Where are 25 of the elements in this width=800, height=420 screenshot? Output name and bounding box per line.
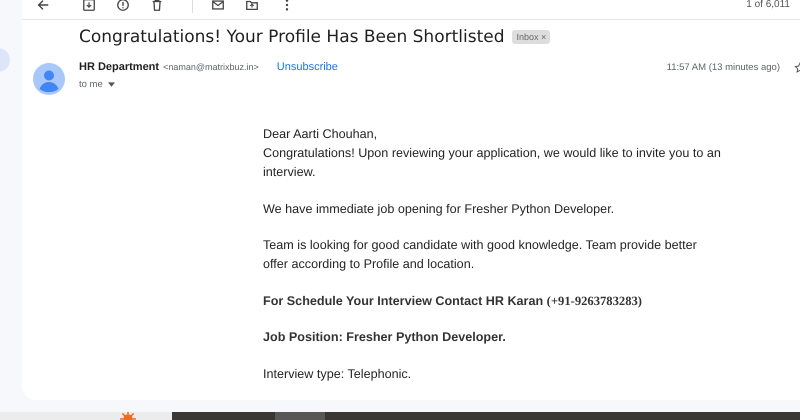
remove-label-button[interactable]: × bbox=[541, 32, 546, 42]
folder-icon[interactable] bbox=[245, 0, 259, 12]
contact-line: For Schedule Your Interview Contact HR Karan (+91-9263783283) bbox=[263, 292, 643, 310]
body-text: Job Position: Fresher Python Developer. bbox=[263, 329, 507, 346]
mail-icon[interactable] bbox=[211, 0, 225, 12]
email-subject: Congratulations! Your Profile Has Been Shortlisted bbox=[79, 27, 504, 47]
trash-icon[interactable] bbox=[150, 0, 164, 12]
body-text: Dear Aarti Chouhan, bbox=[263, 126, 378, 143]
spam-icon[interactable] bbox=[116, 0, 130, 12]
sender-name: HR Department bbox=[79, 61, 160, 73]
unsubscribe-link[interactable]: Unsubscribe bbox=[276, 61, 338, 73]
body-text: Team is looking for good candidate with good knowledge. Team provide better offer according to Profile and location. bbox=[263, 237, 698, 273]
inbox-label: Inbox × bbox=[512, 30, 550, 44]
message-counter: 1 of 6,011 bbox=[746, 0, 790, 10]
body-text: Congratulations! Upon reviewing your application, we would like to invite you to an interview. bbox=[263, 145, 722, 181]
body-text: We have immediate job opening for Fresher Python Developer. bbox=[263, 200, 616, 218]
sender-email: <naman@matrixbuz.in> bbox=[163, 62, 259, 72]
avatar-icon bbox=[33, 63, 65, 95]
body-text: Interview type: Telephonic. bbox=[263, 366, 412, 383]
archive-icon[interactable] bbox=[82, 0, 96, 12]
recipient-label: to me bbox=[79, 79, 103, 90]
back-arrow-icon[interactable] bbox=[36, 0, 50, 12]
dropdown-caret-icon[interactable] bbox=[108, 82, 115, 87]
message-time: 11:57 AM (13 minutes ago) bbox=[666, 62, 780, 73]
more-icon[interactable] bbox=[285, 0, 289, 12]
